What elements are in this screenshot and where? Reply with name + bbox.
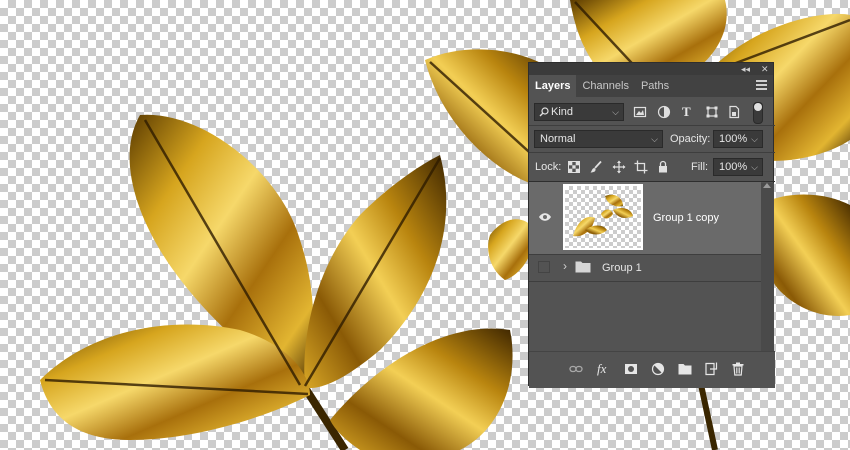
tab-paths[interactable]: Paths <box>635 75 675 97</box>
opacity-value: 100% <box>719 133 748 145</box>
lock-row: Lock: Fill: 100% ⌵ <box>529 153 775 181</box>
filter-shape-icon[interactable] <box>705 105 719 119</box>
add-mask-icon[interactable] <box>624 362 638 376</box>
blend-row: Normal ⌵ Opacity: 100% ⌵ <box>529 126 775 152</box>
filter-type-icon[interactable]: T <box>682 104 691 120</box>
folder-icon <box>575 261 591 273</box>
lock-image-pixels-brush-icon[interactable] <box>589 160 603 174</box>
chevron-down-icon: ⌵ <box>751 134 758 144</box>
fill-input[interactable]: 100% ⌵ <box>713 158 763 176</box>
opacity-label: Opacity: <box>670 133 711 145</box>
scroll-up-arrow-icon[interactable] <box>763 183 771 188</box>
eye-visibility-icon[interactable] <box>538 212 552 222</box>
new-group-icon[interactable] <box>678 362 692 376</box>
chevron-right-icon[interactable]: › <box>563 259 567 273</box>
filter-kind-select[interactable]: Kind ⌵ <box>534 103 624 121</box>
fx-icon[interactable]: fx <box>597 361 606 377</box>
layer-name[interactable]: Group 1 <box>602 262 642 274</box>
search-icon <box>539 107 549 117</box>
new-layer-icon[interactable] <box>704 362 718 376</box>
lock-transparent-pixels-icon[interactable] <box>567 160 581 174</box>
link-icon[interactable] <box>569 362 583 376</box>
layer-thumbnail <box>563 184 643 250</box>
lock-artboard-icon[interactable] <box>634 160 648 174</box>
visibility-toggle-empty[interactable] <box>538 261 550 273</box>
tab-channels[interactable]: Channels <box>576 75 634 97</box>
layers-scrollbar[interactable] <box>761 183 774 351</box>
chevron-down-icon: ⌵ <box>651 134 658 144</box>
panel-footer: fx <box>529 351 775 388</box>
blend-mode-select[interactable]: Normal ⌵ <box>534 130 663 148</box>
adjustment-icon[interactable] <box>651 362 665 376</box>
lock-position-move-icon[interactable] <box>612 160 626 174</box>
tab-layers[interactable]: Layers <box>529 75 577 97</box>
blend-mode-value: Normal <box>540 133 576 145</box>
lock-label: Lock: <box>535 161 562 173</box>
opacity-input[interactable]: 100% ⌵ <box>713 130 763 148</box>
chevron-down-icon: ⌵ <box>751 162 758 172</box>
leaf-shape <box>763 194 850 316</box>
trash-icon[interactable] <box>731 362 745 376</box>
filter-toggle-switch[interactable] <box>753 102 763 124</box>
layer-name[interactable]: Group 1 copy <box>653 212 719 224</box>
fill-label: Fill: <box>691 161 709 173</box>
filter-image-icon[interactable] <box>633 105 647 119</box>
close-icon[interactable]: ✕ <box>761 63 769 75</box>
lock-all-icon[interactable] <box>656 160 670 174</box>
layers-panel: ◂◂ ✕ Layers Channels Paths Kind ⌵ T Norm… <box>528 62 775 388</box>
leaf-thumbnail-icon <box>573 194 633 237</box>
fill-value: 100% <box>719 161 748 173</box>
layer-row-group-1[interactable]: › Group 1 <box>529 255 761 281</box>
filter-row: Kind ⌵ T <box>529 99 775 125</box>
filter-smart-object-icon[interactable] <box>727 105 741 119</box>
panel-menu-icon[interactable] <box>756 80 767 91</box>
panel-tabs: Layers Channels Paths <box>529 75 773 97</box>
collapse-icon[interactable]: ◂◂ <box>741 63 750 75</box>
chevron-down-icon: ⌵ <box>612 107 619 117</box>
layer-row-group-1-copy[interactable]: Group 1 copy <box>529 182 761 254</box>
panel-titlebar: ◂◂ ✕ <box>529 63 773 75</box>
filter-adjustment-icon[interactable] <box>657 105 671 119</box>
filter-kind-value: Kind <box>551 106 574 118</box>
